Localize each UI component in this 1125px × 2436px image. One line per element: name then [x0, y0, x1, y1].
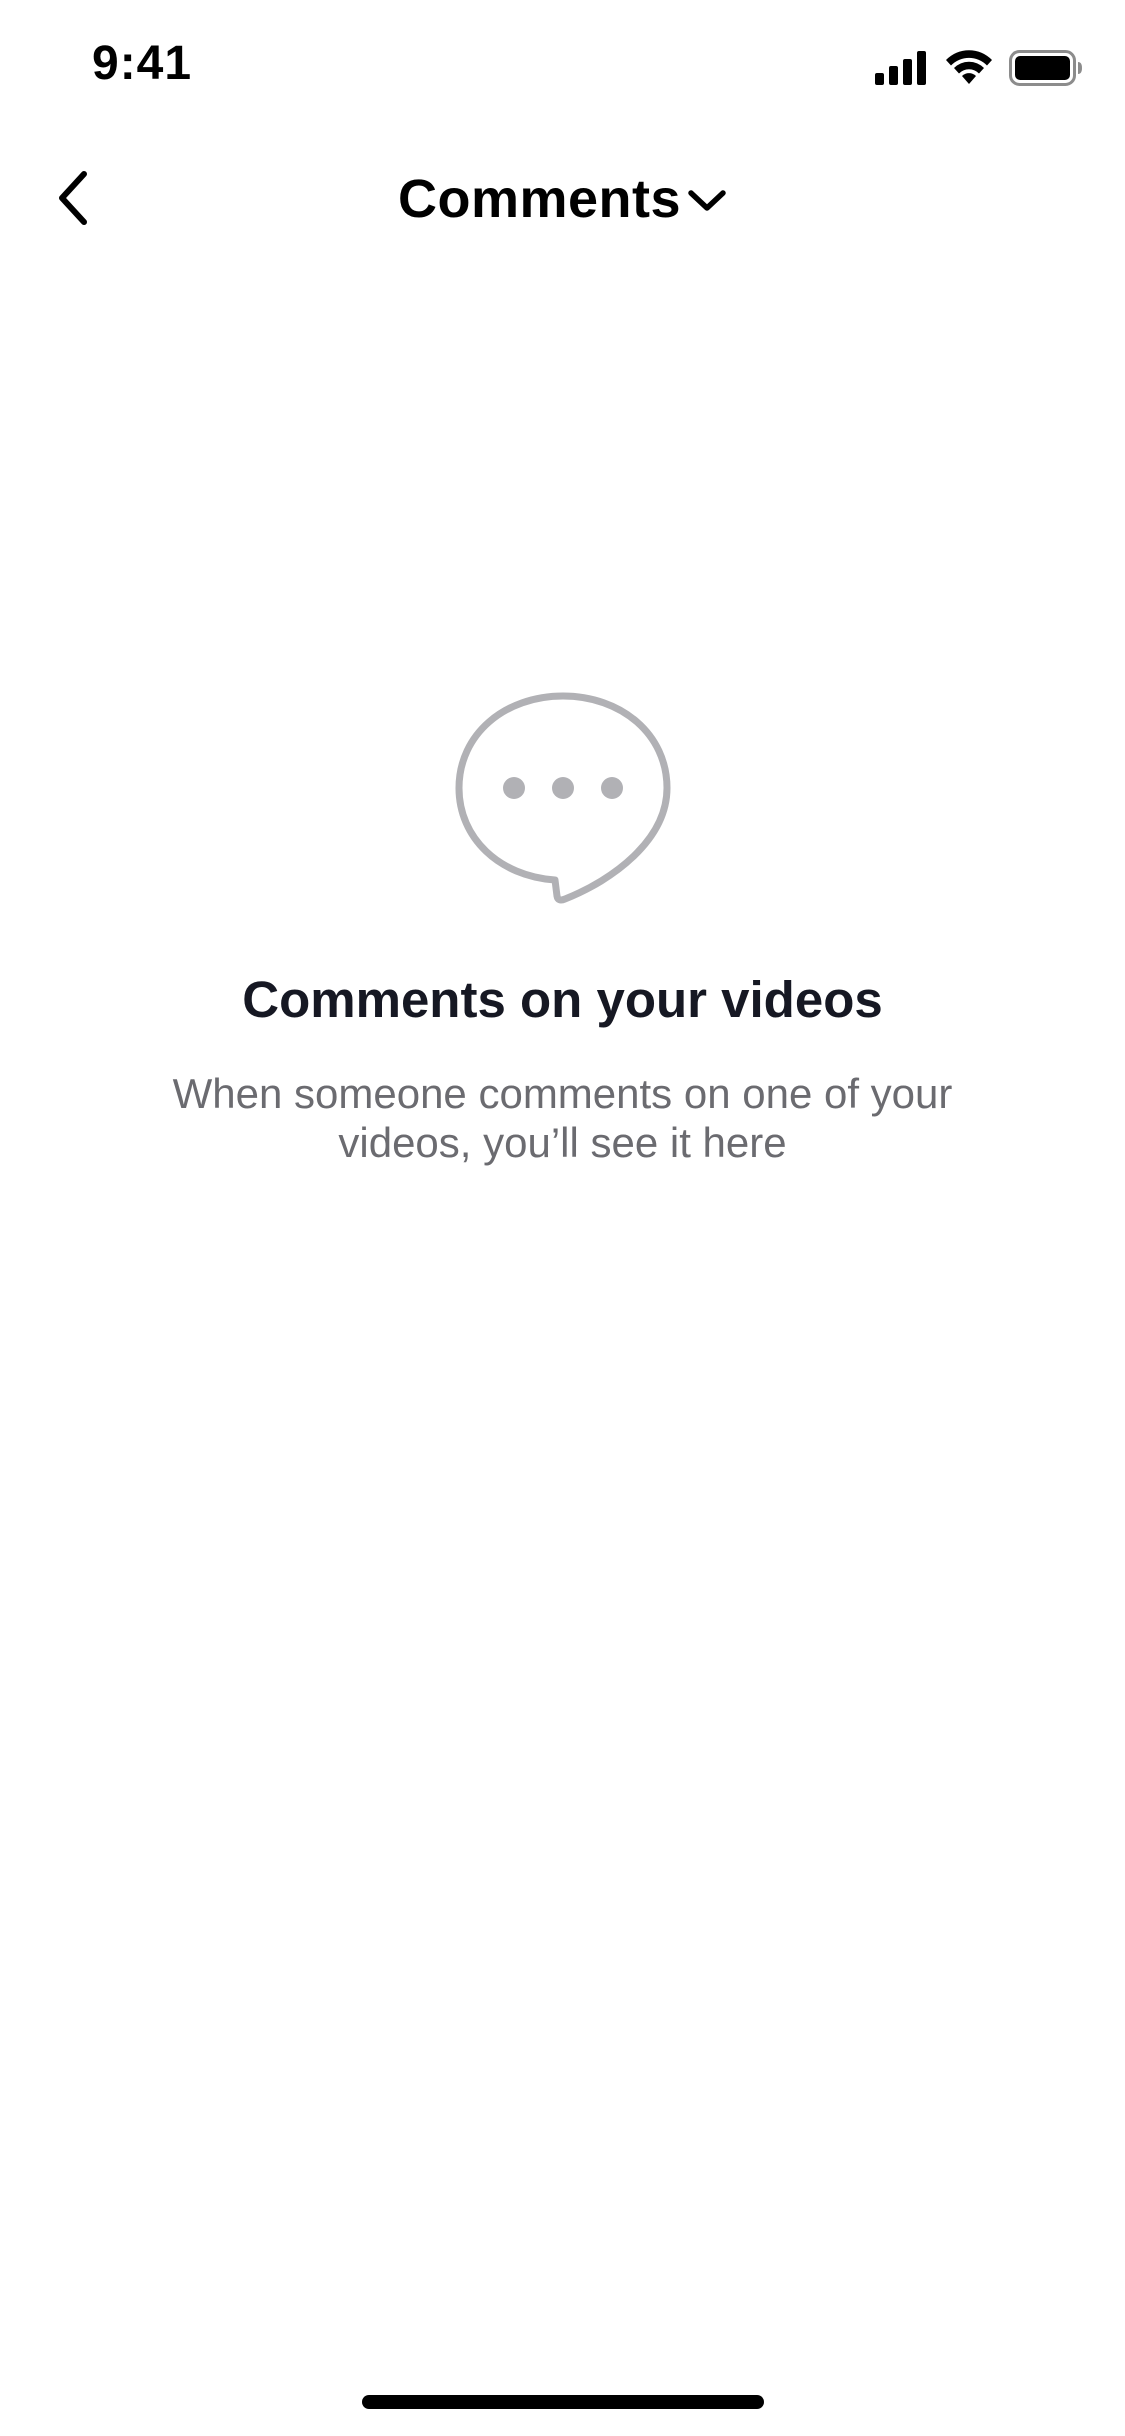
status-icons	[875, 50, 1083, 91]
wifi-icon	[945, 50, 993, 91]
status-bar: 9:41	[0, 0, 1125, 140]
empty-state-description: When someone comments on one of your vid…	[172, 1070, 953, 1166]
nav-bar: Comments	[0, 140, 1125, 260]
chevron-down-icon	[687, 181, 727, 221]
title-dropdown[interactable]: Comments	[0, 168, 1125, 230]
status-time: 9:41	[92, 37, 193, 90]
battery-icon	[1009, 50, 1083, 91]
empty-state-title: Comments on your videos	[242, 971, 883, 1028]
comment-bubble-icon	[453, 690, 673, 904]
page-title: Comments	[397, 169, 682, 229]
signal-icon	[875, 51, 929, 90]
home-indicator[interactable]	[362, 2395, 764, 2409]
empty-state: Comments on your videos When someone com…	[0, 690, 1125, 1167]
